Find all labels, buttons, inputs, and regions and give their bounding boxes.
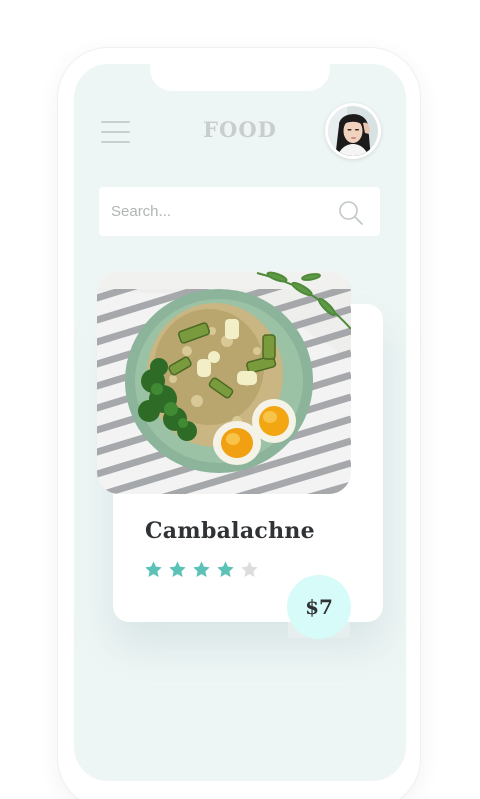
search-bar [99,187,380,236]
star-empty-icon [241,561,258,577]
stage: FOOD Search... Cambalachne $7 [0,0,480,799]
search-icon[interactable] [337,199,365,227]
search-input[interactable] [111,199,321,223]
user-avatar[interactable] [325,103,381,159]
menu-line [101,141,130,143]
star-filled-icon [217,561,234,577]
hamburger-menu-icon[interactable] [101,119,131,145]
menu-line [101,121,130,123]
phone-notch [150,56,330,91]
star-filled-icon [169,561,186,577]
avatar-portrait-icon [326,104,380,158]
star-filled-icon [145,561,162,577]
menu-line [101,131,130,133]
star-filled-icon [193,561,210,577]
food-name: Cambalachne [145,518,315,544]
app-title: FOOD [203,117,277,142]
star-rating [144,560,259,582]
food-photo-illustration [97,271,351,494]
food-image [97,271,351,494]
price-badge[interactable]: $7 [287,575,351,639]
